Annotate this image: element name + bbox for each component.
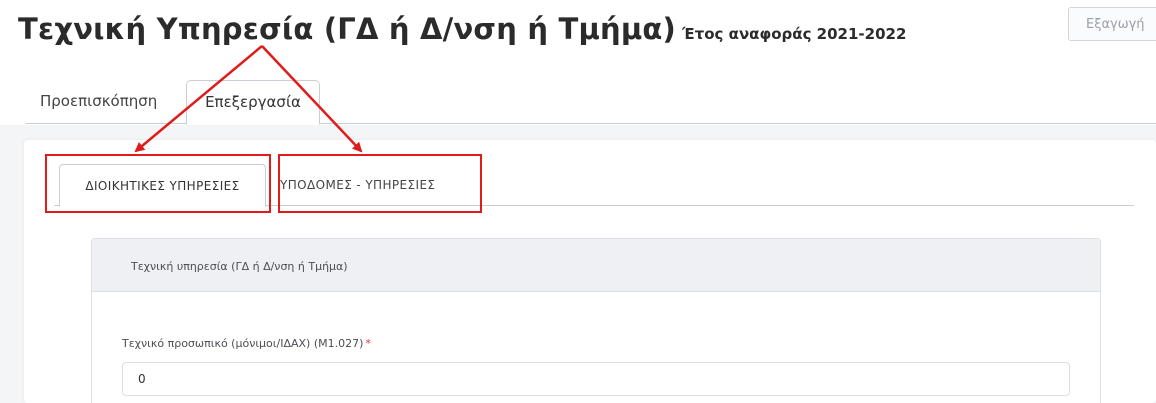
tab-edit[interactable]: Επεξεργασία xyxy=(186,80,320,125)
section-header: Τεχνική υπηρεσία (ΓΔ ή Δ/νση ή Τμήμα) xyxy=(92,239,1100,292)
page-title-text: Τεχνική Υπηρεσία (ΓΔ ή Δ/νση ή Τμήμα) xyxy=(18,12,676,46)
section-panel: Τεχνική υπηρεσία (ΓΔ ή Δ/νση ή Τμήμα) Τε… xyxy=(91,238,1101,403)
page-title: Τεχνική Υπηρεσία (ΓΔ ή Δ/νση ή Τμήμα) Έτο… xyxy=(18,12,906,46)
page-header: Τεχνική Υπηρεσία (ΓΔ ή Δ/νση ή Τμήμα) Έτο… xyxy=(0,0,1156,125)
annotation-box-admin-tab xyxy=(45,154,271,213)
technical-staff-input[interactable] xyxy=(122,362,1070,396)
top-tabs: Προεπισκόπηση Επεξεργασία xyxy=(26,80,1156,125)
annotation-box-infra-tab xyxy=(278,154,482,213)
required-mark: * xyxy=(365,337,371,350)
technical-staff-label: Τεχνικό προσωπικό (μόνιμοι/ΙΔΑΧ) (Μ1.027… xyxy=(122,337,371,350)
technical-staff-label-text: Τεχνικό προσωπικό (μόνιμοι/ΙΔΑΧ) (Μ1.027… xyxy=(122,337,364,350)
tab-preview[interactable]: Προεπισκόπηση xyxy=(40,80,157,124)
page-subtitle: Έτος αναφοράς 2021-2022 xyxy=(681,25,907,43)
export-button[interactable]: Εξαγωγή xyxy=(1068,7,1156,41)
